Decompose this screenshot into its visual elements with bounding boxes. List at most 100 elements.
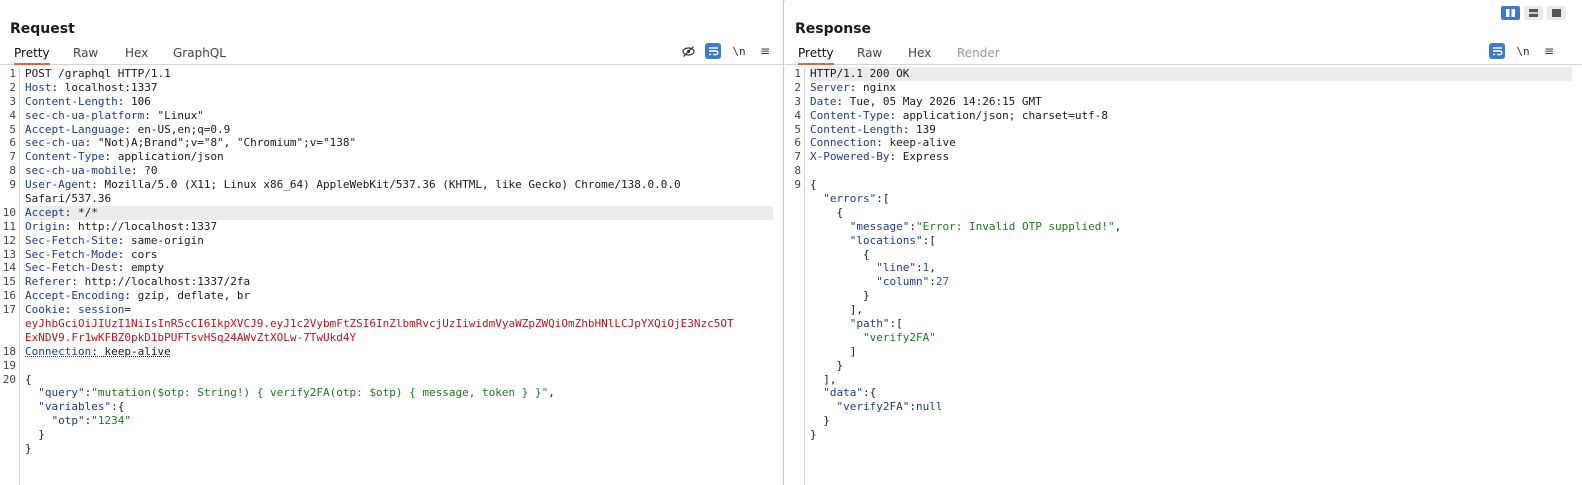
request-tab-raw[interactable]: Raw xyxy=(73,45,98,63)
line-code: Safari/537.36 xyxy=(25,192,773,206)
request-title: Request xyxy=(10,21,75,37)
code-token: "verify2FA" xyxy=(862,330,936,344)
code-token: Sec-Fetch-Mode xyxy=(25,247,118,261)
line-code: Referer: http://localhost:1337/2fa xyxy=(25,275,773,289)
code-token: User-Agent xyxy=(25,178,92,192)
code-token: : application/json xyxy=(104,150,224,164)
request-line: 12 Sec-Fetch-Site: same-origin xyxy=(0,234,783,248)
layout-switch xyxy=(1501,6,1566,20)
code-token: : Express xyxy=(889,150,950,164)
line-code: { xyxy=(810,206,1572,220)
line-code: { xyxy=(810,178,1572,192)
response-line: { xyxy=(785,206,1582,220)
line-code: ], xyxy=(810,373,1572,387)
code-token: : en-US,en;q=0.9 xyxy=(124,122,231,136)
request-line: ExNDV9.Fr1wKFBZ0pkD1bPUFTsvHSq24AWvZtXOL… xyxy=(0,331,783,345)
code-token: : 139 xyxy=(902,122,936,136)
code-token: Safari/537.36 xyxy=(25,192,112,206)
code-token: : xyxy=(929,275,936,289)
code-token: "data" xyxy=(823,386,863,400)
line-code: "line":1, xyxy=(810,261,1572,275)
line-code: } xyxy=(810,428,1572,442)
code-token: : */* xyxy=(64,205,98,219)
line-code: sec-ch-ua-platform: "Linux" xyxy=(25,109,773,123)
line-code: "data":{ xyxy=(810,386,1572,400)
line-code: } xyxy=(810,359,1572,373)
layout-stacked-icon[interactable] xyxy=(1524,6,1543,20)
wrap-lines-icon[interactable] xyxy=(705,43,721,59)
layout-side-by-side-icon[interactable] xyxy=(1501,6,1520,20)
response-editor[interactable]: 1 HTTP/1.1 200 OK 2 Server: nginx 3 Date: Tue… xyxy=(785,67,1582,442)
request-line: 8 sec-ch-ua-mobile: ?0 xyxy=(0,164,783,178)
request-tab-hex[interactable]: Hex xyxy=(125,45,148,63)
code-token: :{ xyxy=(863,386,877,400)
line-code: Accept-Language: en-US,en;q=0.9 xyxy=(25,123,773,137)
request-line: eyJhbGciOiJIUzI1NiIsInR5cCI6IkpXVCJ9.eyJ… xyxy=(0,317,783,331)
line-code: "errors":[ xyxy=(810,192,1572,206)
code-token: } xyxy=(810,358,844,372)
code-token: "Error: Invalid OTP supplied!" xyxy=(915,219,1115,233)
line-number: 7 xyxy=(9,150,16,164)
line-number: 8 xyxy=(794,164,801,178)
code-token: "variables" xyxy=(38,400,112,414)
layout-single-icon[interactable] xyxy=(1547,6,1566,20)
request-line: 16 Accept-Encoding: gzip, deflate, br xyxy=(0,289,783,303)
newline-toggle[interactable]: \n xyxy=(731,43,747,59)
code-token: : cors xyxy=(117,247,158,261)
response-line: "errors":[ xyxy=(785,192,1582,206)
code-token: ], xyxy=(810,372,837,386)
line-code: "path":[ xyxy=(810,317,1572,331)
code-token: "locations" xyxy=(849,233,923,247)
request-tab-graphql[interactable]: GraphQL xyxy=(173,45,226,63)
code-token: : http://localhost:1337 xyxy=(64,219,218,233)
line-code: "verify2FA":null xyxy=(810,400,1572,414)
code-token: "mutation($otp: String!) { verify2FA(otp… xyxy=(91,386,549,400)
response-line: 2 Server: nginx xyxy=(785,81,1582,95)
response-newline-toggle[interactable]: \n xyxy=(1515,43,1531,59)
line-code: Server: nginx xyxy=(810,81,1572,95)
response-menu-icon[interactable]: ≡ xyxy=(1541,43,1557,59)
code-token: { xyxy=(810,247,870,261)
line-code: User-Agent: Mozilla/5.0 (X11; Linux x86_… xyxy=(25,178,773,192)
response-line: "locations":[ xyxy=(785,234,1582,248)
request-editor[interactable]: 1 POST /graphql HTTP/1.1 2 Host: localhost:… xyxy=(0,67,783,456)
line-code: Connection: keep-alive xyxy=(810,136,1572,150)
line-number: 4 xyxy=(794,108,801,122)
line-number: 3 xyxy=(9,94,16,108)
code-token: Sec-Fetch-Dest xyxy=(25,261,118,275)
line-code: "otp":"1234" xyxy=(25,414,773,428)
response-wrap-lines-icon[interactable] xyxy=(1489,43,1505,59)
response-line: 3 Date: Tue, 05 May 2026 14:26:15 GMT xyxy=(785,95,1582,109)
code-token: Date xyxy=(810,94,837,108)
code-token: , xyxy=(1114,219,1122,233)
line-code: "column":27 xyxy=(810,275,1572,289)
request-line: 20 { xyxy=(0,373,783,387)
response-title: Response xyxy=(795,21,872,37)
line-number: 1 xyxy=(9,67,16,80)
response-tab-raw[interactable]: Raw xyxy=(857,45,882,63)
response-line: "message":"Error: Invalid OTP supplied!"… xyxy=(785,220,1582,234)
response-tab-pretty[interactable]: Pretty xyxy=(798,45,834,65)
code-token: Content-Length xyxy=(25,94,118,108)
line-code: Connection: keep-alive xyxy=(25,345,773,359)
response-line: 1 HTTP/1.1 200 OK xyxy=(785,67,1582,81)
request-tab-pretty[interactable]: Pretty xyxy=(14,45,50,65)
line-code: eyJhbGciOiJIUzI1NiIsInR5cCI6IkpXVCJ9.eyJ… xyxy=(25,317,773,331)
response-tab-render[interactable]: Render xyxy=(957,45,1000,63)
response-line: ], xyxy=(785,303,1582,317)
line-code: Host: localhost:1337 xyxy=(25,81,773,95)
code-token: : xyxy=(909,400,916,414)
line-code: X-Powered-By: Express xyxy=(810,150,1572,164)
response-tab-hex[interactable]: Hex xyxy=(908,45,931,63)
line-code: Date: Tue, 05 May 2026 14:26:15 GMT xyxy=(810,95,1572,109)
response-line: "verify2FA":null xyxy=(785,400,1582,414)
hide-nonprintable-icon[interactable] xyxy=(680,43,696,59)
line-number: 6 xyxy=(794,136,801,150)
code-token: , xyxy=(548,386,555,400)
request-line: "variables":{ xyxy=(0,400,783,414)
code-token: session xyxy=(78,303,125,317)
request-menu-icon[interactable]: ≡ xyxy=(757,43,773,59)
